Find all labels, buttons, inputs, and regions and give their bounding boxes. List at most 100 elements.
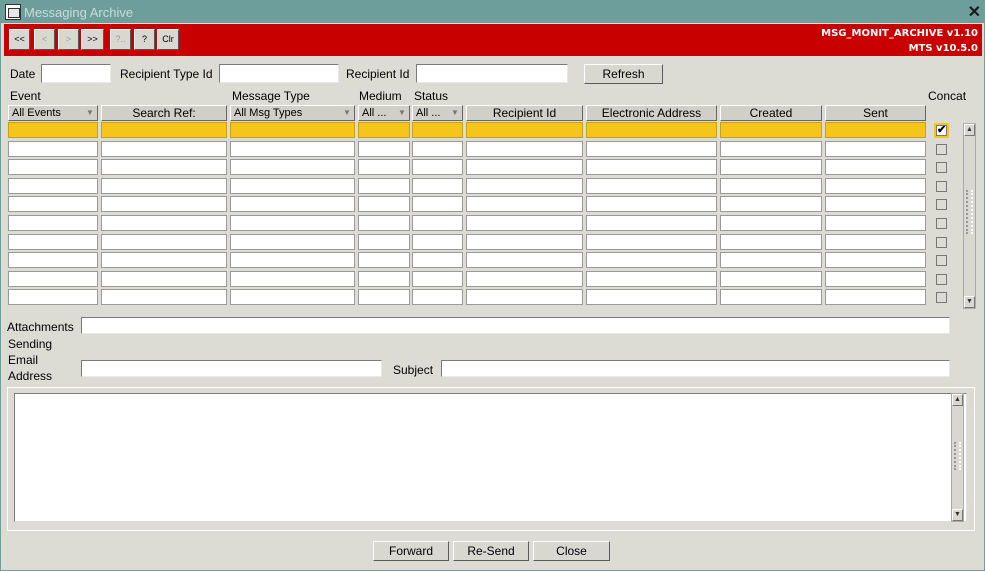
message-body-textarea[interactable] (14, 393, 967, 522)
electronic-address-header[interactable]: Electronic Address (586, 105, 717, 121)
grid-cell-status[interactable] (412, 159, 463, 175)
chevron-down-icon[interactable]: ▼ (84, 107, 96, 119)
grid-cell-event[interactable] (8, 271, 98, 287)
concat-checkbox[interactable] (936, 181, 947, 192)
grid-cell-electronic-address[interactable] (586, 252, 717, 268)
grid-cell-message-type[interactable] (230, 178, 355, 194)
grid-cell-sent[interactable] (825, 215, 926, 231)
grid-cell-sent[interactable] (825, 289, 926, 305)
search-ref-header[interactable]: Search Ref: (101, 105, 227, 121)
grid-cell-created[interactable] (720, 289, 822, 305)
event-filter-select[interactable]: All Events ▼ (8, 105, 98, 121)
grid-cell-electronic-address[interactable] (586, 271, 717, 287)
close-button[interactable]: Close (533, 541, 610, 561)
chevron-down-icon[interactable]: ▼ (449, 107, 461, 119)
grid-cell-search-ref[interactable] (101, 122, 227, 138)
message-type-filter-select[interactable]: All Msg Types ▼ (230, 105, 355, 121)
grid-cell-message-type[interactable] (230, 252, 355, 268)
grid-cell-electronic-address[interactable] (586, 289, 717, 305)
grid-cell-medium[interactable] (358, 141, 410, 157)
grid-cell-medium[interactable] (358, 271, 410, 287)
scroll-down-icon[interactable]: ▼ (964, 296, 975, 308)
grid-cell-status[interactable] (412, 141, 463, 157)
attachments-field[interactable] (81, 317, 950, 334)
grid-cell-sent[interactable] (825, 178, 926, 194)
grid-cell-electronic-address[interactable] (586, 234, 717, 250)
concat-checkbox[interactable] (936, 255, 947, 266)
grid-cell-recipient-id[interactable] (466, 234, 583, 250)
grid-cell-event[interactable] (8, 234, 98, 250)
grid-cell-recipient-id[interactable] (466, 215, 583, 231)
grid-cell-created[interactable] (720, 122, 822, 138)
grid-cell-medium[interactable] (358, 215, 410, 231)
concat-checkbox[interactable]: ✔ (934, 123, 949, 138)
grid-cell-status[interactable] (412, 196, 463, 212)
grid-scrollbar[interactable]: ▲ ▼ (963, 123, 976, 309)
concat-checkbox[interactable] (936, 274, 947, 285)
grid-cell-event[interactable] (8, 122, 98, 138)
grid-cell-search-ref[interactable] (101, 252, 227, 268)
resend-button[interactable]: Re-Send (453, 541, 529, 561)
grid-cell-search-ref[interactable] (101, 141, 227, 157)
grid-cell-created[interactable] (720, 234, 822, 250)
concat-checkbox[interactable] (936, 199, 947, 210)
grid-cell-electronic-address[interactable] (586, 122, 717, 138)
grid-cell-medium[interactable] (358, 234, 410, 250)
date-field[interactable] (41, 64, 111, 83)
grid-cell-status[interactable] (412, 289, 463, 305)
grid-cell-medium[interactable] (358, 252, 410, 268)
grid-cell-message-type[interactable] (230, 141, 355, 157)
grid-cell-search-ref[interactable] (101, 159, 227, 175)
grid-cell-medium[interactable] (358, 196, 410, 212)
grid-cell-sent[interactable] (825, 122, 926, 138)
concat-checkbox[interactable] (936, 292, 947, 303)
grid-cell-medium[interactable] (358, 122, 410, 138)
scroll-up-icon[interactable]: ▲ (952, 394, 963, 406)
grid-cell-search-ref[interactable] (101, 215, 227, 231)
first-record-button[interactable]: << (9, 29, 30, 50)
grid-cell-search-ref[interactable] (101, 289, 227, 305)
grid-cell-status[interactable] (412, 215, 463, 231)
grid-cell-search-ref[interactable] (101, 234, 227, 250)
grid-cell-recipient-id[interactable] (466, 122, 583, 138)
grid-cell-message-type[interactable] (230, 159, 355, 175)
grid-cell-status[interactable] (412, 234, 463, 250)
grid-cell-created[interactable] (720, 271, 822, 287)
grid-cell-sent[interactable] (825, 271, 926, 287)
close-window-icon[interactable]: ✕ (968, 2, 981, 22)
grid-cell-message-type[interactable] (230, 122, 355, 138)
medium-filter-select[interactable]: All ... ▼ (358, 105, 410, 121)
grid-cell-recipient-id[interactable] (466, 159, 583, 175)
grid-cell-created[interactable] (720, 252, 822, 268)
help-button[interactable]: ? (134, 29, 155, 50)
grid-cell-sent[interactable] (825, 234, 926, 250)
concat-checkbox[interactable] (936, 144, 947, 155)
grid-cell-recipient-id[interactable] (466, 196, 583, 212)
status-filter-select[interactable]: All ... ▼ (412, 105, 463, 121)
grid-cell-recipient-id[interactable] (466, 271, 583, 287)
grid-cell-sent[interactable] (825, 159, 926, 175)
grid-cell-created[interactable] (720, 159, 822, 175)
sent-header[interactable]: Sent (825, 105, 926, 121)
grid-cell-medium[interactable] (358, 159, 410, 175)
grid-cell-created[interactable] (720, 215, 822, 231)
concat-checkbox[interactable] (936, 237, 947, 248)
grid-cell-recipient-id[interactable] (466, 141, 583, 157)
grid-cell-search-ref[interactable] (101, 178, 227, 194)
grid-cell-search-ref[interactable] (101, 196, 227, 212)
grid-cell-event[interactable] (8, 141, 98, 157)
grid-cell-event[interactable] (8, 252, 98, 268)
grid-cell-electronic-address[interactable] (586, 215, 717, 231)
grid-cell-status[interactable] (412, 178, 463, 194)
scroll-down-icon[interactable]: ▼ (952, 509, 963, 521)
query-button[interactable]: ?.. (110, 29, 131, 50)
clear-button[interactable]: Clr (157, 29, 179, 50)
sending-email-field[interactable] (81, 360, 382, 377)
refresh-button[interactable]: Refresh (584, 64, 663, 84)
grid-cell-message-type[interactable] (230, 271, 355, 287)
last-record-button[interactable]: >> (81, 29, 104, 50)
grid-cell-created[interactable] (720, 141, 822, 157)
recipient-type-select[interactable] (219, 64, 339, 83)
grid-cell-message-type[interactable] (230, 289, 355, 305)
next-record-button[interactable]: > (58, 29, 79, 50)
